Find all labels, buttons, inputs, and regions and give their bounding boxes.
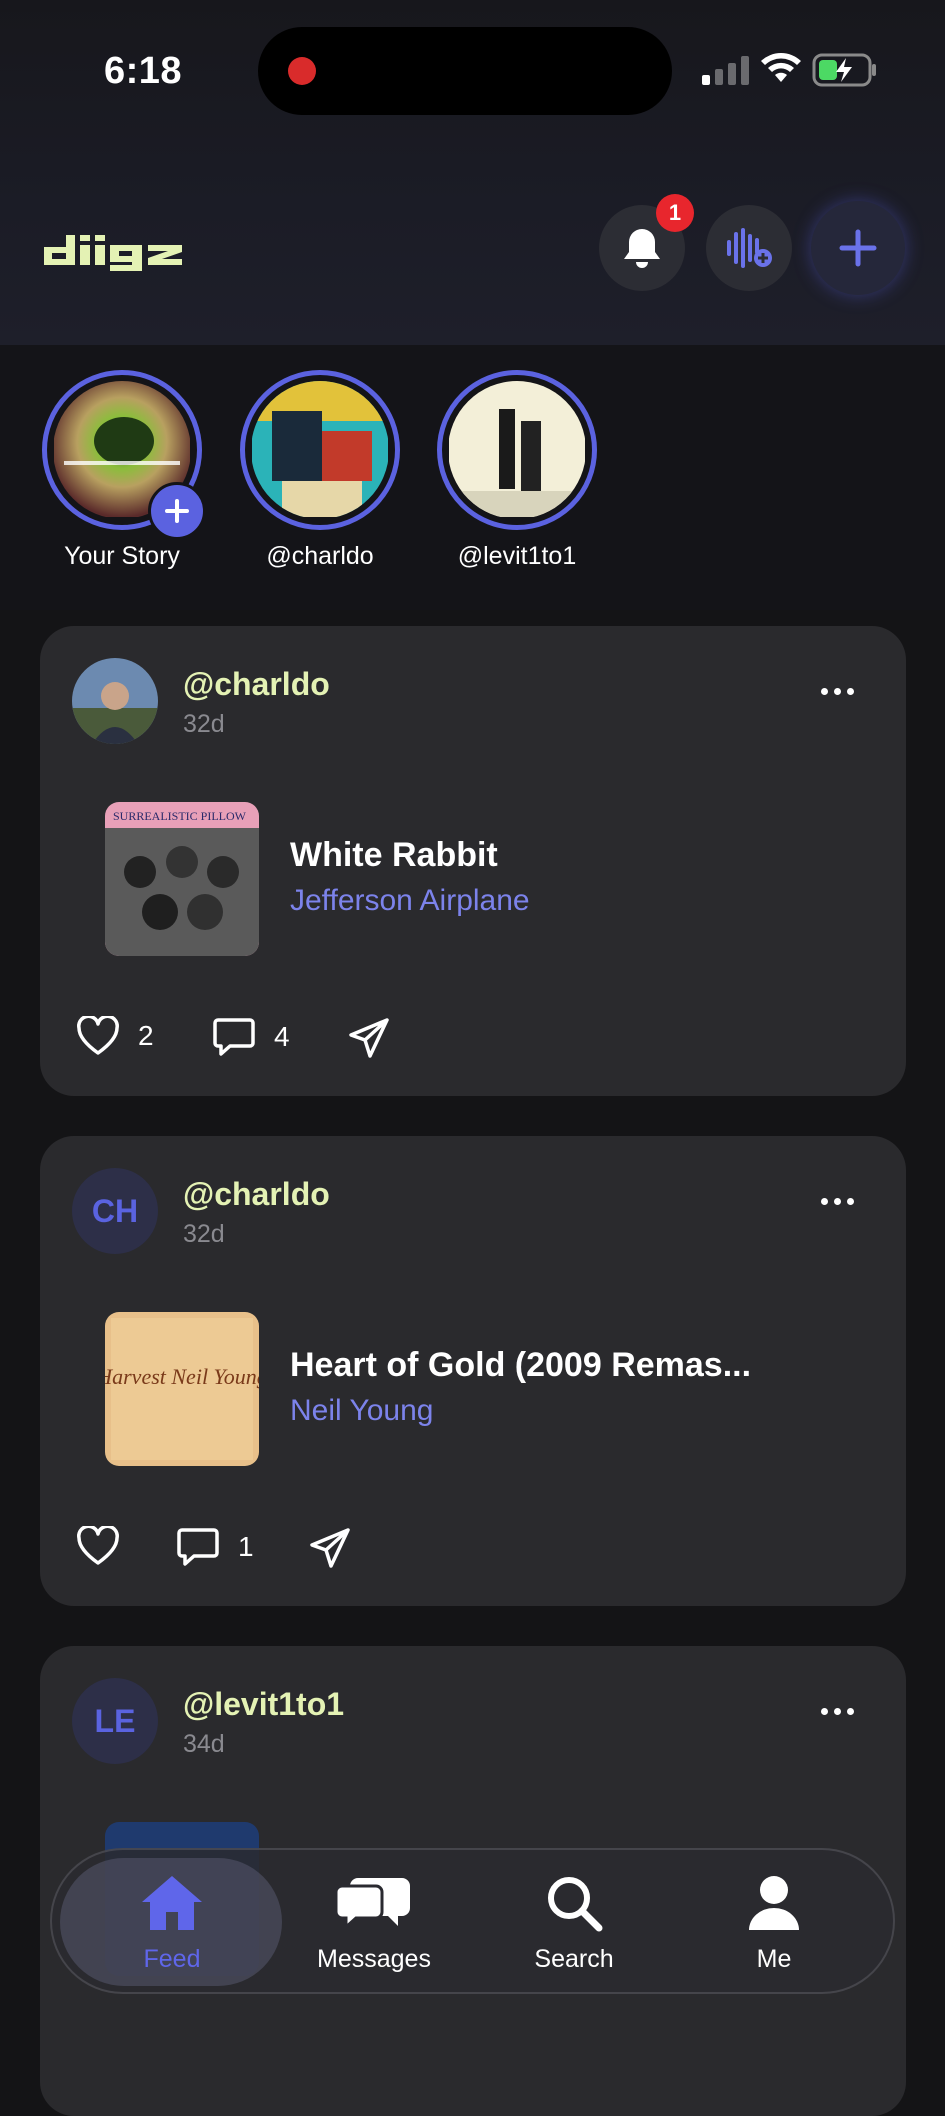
- story-label: @charldo: [266, 542, 374, 570]
- post-card[interactable]: CH @charldo 32d Harvest Neil Young Heart…: [40, 1136, 906, 1606]
- diigz-logo[interactable]: [42, 225, 212, 275]
- battery-charging-icon: [812, 53, 876, 87]
- comment-count: 4: [274, 1021, 290, 1052]
- messages-icon: [334, 1878, 410, 1931]
- post-time-ago: 32d: [183, 1220, 225, 1248]
- avatar[interactable]: [72, 658, 158, 744]
- plus-icon: [165, 499, 189, 523]
- nav-label: Messages: [317, 1945, 431, 1973]
- nav-me[interactable]: Me: [674, 1872, 874, 1974]
- like-action[interactable]: 2: [76, 1016, 154, 1056]
- post-username[interactable]: @charldo: [183, 666, 330, 703]
- cellular-signal-icon: [702, 56, 749, 85]
- heart-icon[interactable]: [76, 1526, 120, 1566]
- post-card[interactable]: @charldo 32d SURREALISTIC PILLOW White R…: [40, 626, 906, 1096]
- status-time: 6:18: [104, 50, 183, 92]
- nav-label: Search: [534, 1945, 614, 1973]
- story-your-story[interactable]: Your Story: [36, 370, 208, 571]
- nav-feed[interactable]: Feed: [72, 1872, 272, 1974]
- add-story-button[interactable]: [148, 482, 206, 540]
- artist-name[interactable]: Jefferson Airplane: [290, 884, 530, 918]
- dynamic-island: [258, 27, 672, 115]
- song-title[interactable]: Heart of Gold (2009 Remas...: [290, 1346, 751, 1385]
- cover-text: Harvest Neil Young: [105, 1364, 259, 1389]
- profile-icon: [749, 1876, 799, 1930]
- story-levit1to1[interactable]: @levit1to1: [431, 370, 603, 571]
- like-count: 2: [138, 1020, 154, 1051]
- post-username[interactable]: @charldo: [183, 1176, 330, 1213]
- story-charldo[interactable]: @charldo: [234, 370, 406, 571]
- heart-icon[interactable]: [76, 1016, 120, 1056]
- comment-action[interactable]: 1: [176, 1526, 254, 1568]
- more-options-icon[interactable]: [821, 1198, 854, 1205]
- post-time-ago: 32d: [183, 710, 225, 738]
- cover-text: SURREALISTIC PILLOW: [113, 809, 247, 823]
- album-cover[interactable]: SURREALISTIC PILLOW: [105, 802, 259, 956]
- story-image: [251, 381, 389, 519]
- home-icon: [142, 1876, 202, 1930]
- wifi-icon: [761, 53, 801, 82]
- bottom-nav: Feed Messages Search Me: [50, 1848, 895, 1994]
- story-label: @levit1to1: [457, 542, 577, 570]
- comment-count: 1: [238, 1531, 254, 1562]
- audio-wave-add-icon: [727, 228, 772, 268]
- like-action[interactable]: [76, 1526, 138, 1566]
- stories-row: Your Story @charldo @levit1to1: [0, 345, 945, 610]
- search-icon: [548, 1877, 603, 1932]
- story-label: Your Story: [64, 542, 180, 570]
- artist-name[interactable]: Neil Young: [290, 1394, 433, 1428]
- song-title[interactable]: White Rabbit: [290, 836, 498, 875]
- nav-label: Feed: [143, 1945, 201, 1973]
- nav-label: Me: [756, 1945, 792, 1973]
- post-username[interactable]: @levit1to1: [183, 1686, 344, 1723]
- more-options-icon[interactable]: [821, 688, 854, 695]
- avatar[interactable]: LE: [72, 1678, 158, 1764]
- comment-action[interactable]: 4: [212, 1016, 290, 1058]
- plus-icon: [839, 229, 877, 267]
- create-post-button[interactable]: [811, 201, 905, 295]
- bell-icon: [624, 229, 660, 268]
- notification-badge: 1: [656, 194, 694, 232]
- comment-icon[interactable]: [176, 1526, 220, 1568]
- avatar[interactable]: CH: [72, 1168, 158, 1254]
- nav-search[interactable]: Search: [474, 1872, 674, 1974]
- more-options-icon[interactable]: [821, 1708, 854, 1715]
- comment-icon[interactable]: [212, 1016, 256, 1058]
- recording-indicator-icon: [288, 57, 316, 85]
- post-time-ago: 34d: [183, 1730, 225, 1758]
- story-image: [448, 381, 586, 519]
- album-cover[interactable]: Harvest Neil Young: [105, 1312, 259, 1466]
- share-send-icon[interactable]: [347, 1016, 391, 1060]
- share-send-icon[interactable]: [308, 1526, 352, 1570]
- add-track-button[interactable]: [706, 205, 792, 291]
- nav-messages[interactable]: Messages: [274, 1872, 474, 1974]
